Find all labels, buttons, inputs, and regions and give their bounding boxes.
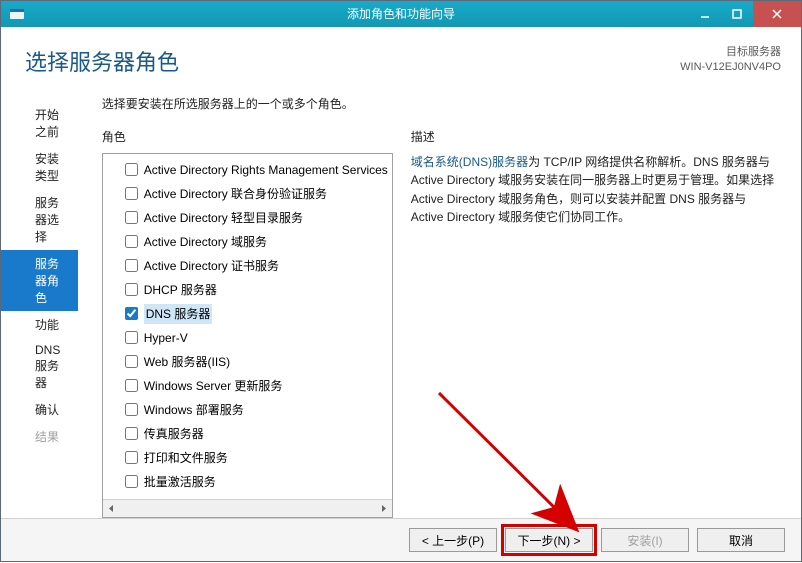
main-columns: 角色 Active Directory Rights Management Se… [102, 128, 781, 519]
description-link: 域名系统(DNS)服务器 [411, 155, 528, 169]
footer-bar: < 上一步(P) 下一步(N) > 安装(I) 取消 [1, 518, 801, 561]
role-item[interactable]: DNS 服务器 [103, 302, 392, 326]
roles-heading: 角色 [102, 128, 393, 145]
sidebar-step-3[interactable]: 服务器角色 [1, 250, 78, 311]
horizontal-scrollbar[interactable] [103, 499, 392, 517]
role-checkbox[interactable] [125, 259, 138, 272]
sidebar-step-6[interactable]: 确认 [1, 396, 78, 423]
description-heading: 描述 [411, 128, 781, 145]
role-checkbox[interactable] [125, 475, 138, 488]
roles-list[interactable]: Active Directory Rights Management Servi… [103, 154, 392, 500]
target-server-name: WIN-V12EJ0NV4PO [680, 60, 781, 75]
role-label: Active Directory 域服务 [144, 232, 267, 252]
role-label: Windows 部署服务 [144, 400, 244, 420]
role-checkbox[interactable] [125, 163, 138, 176]
role-item[interactable]: Active Directory 联合身份验证服务 [103, 182, 392, 206]
target-server-info: 目标服务器 WIN-V12EJ0NV4PO [680, 45, 781, 76]
roles-listbox: Active Directory Rights Management Servi… [102, 153, 393, 519]
role-label: DNS 服务器 [144, 304, 213, 324]
role-checkbox[interactable] [125, 379, 138, 392]
role-label: Web 服务器(IIS) [144, 352, 230, 372]
role-checkbox[interactable] [125, 355, 138, 368]
role-item[interactable]: Hyper-V [103, 326, 392, 350]
sidebar-step-1[interactable]: 安装类型 [1, 145, 78, 189]
role-checkbox[interactable] [125, 427, 138, 440]
target-label: 目标服务器 [680, 45, 781, 60]
role-item[interactable]: Web 服务器(IIS) [103, 350, 392, 374]
sidebar-step-7: 结果 [1, 423, 78, 450]
window-title: 添加角色和功能向导 [347, 5, 455, 22]
role-item[interactable]: Active Directory 证书服务 [103, 254, 392, 278]
role-label: Windows Server 更新服务 [144, 376, 283, 396]
role-item[interactable]: Active Directory 域服务 [103, 230, 392, 254]
wizard-window: 添加角色和功能向导 选择服务器角色 目标服务器 WIN-V12EJ0NV4PO … [0, 0, 802, 562]
previous-button[interactable]: < 上一步(P) [409, 528, 497, 552]
content-area: 选择服务器角色 目标服务器 WIN-V12EJ0NV4PO 开始之前安装类型服务… [1, 27, 801, 561]
instruction-text: 选择要安装在所选服务器上的一个或多个角色。 [102, 95, 781, 112]
role-item[interactable]: Windows Server 更新服务 [103, 374, 392, 398]
role-label: 传真服务器 [144, 424, 204, 444]
chevron-right-icon[interactable] [375, 500, 392, 517]
title-bar: 添加角色和功能向导 [1, 1, 801, 27]
role-label: Active Directory 轻型目录服务 [144, 208, 303, 228]
role-item[interactable]: Windows 部署服务 [103, 398, 392, 422]
role-item[interactable]: Active Directory 轻型目录服务 [103, 206, 392, 230]
role-checkbox[interactable] [125, 331, 138, 344]
install-button[interactable]: 安装(I) [601, 528, 689, 552]
sidebar-step-5[interactable]: DNS 服务器 [1, 338, 78, 396]
sidebar-step-0[interactable]: 开始之前 [1, 101, 78, 145]
role-item[interactable]: 批量激活服务 [103, 470, 392, 494]
role-item[interactable]: 打印和文件服务 [103, 446, 392, 470]
next-button[interactable]: 下一步(N) > [505, 528, 593, 552]
role-checkbox[interactable] [125, 187, 138, 200]
description-text: 域名系统(DNS)服务器为 TCP/IP 网络提供名称解析。DNS 服务器与 A… [411, 153, 781, 227]
role-checkbox[interactable] [125, 403, 138, 416]
main-panel: 选择要安装在所选服务器上的一个或多个角色。 角色 Active Director… [78, 91, 801, 519]
role-label: Hyper-V [144, 328, 188, 348]
chevron-left-icon[interactable] [103, 500, 120, 517]
close-button[interactable] [753, 1, 801, 27]
maximize-button[interactable] [721, 1, 753, 27]
body-row: 开始之前安装类型服务器选择服务器角色功能DNS 服务器确认结果 选择要安装在所选… [1, 91, 801, 519]
role-label: Active Directory 证书服务 [144, 256, 279, 276]
role-checkbox[interactable] [125, 211, 138, 224]
role-item[interactable]: Active Directory Rights Management Servi… [103, 158, 392, 182]
header-row: 选择服务器角色 目标服务器 WIN-V12EJ0NV4PO [1, 27, 801, 91]
app-icon [7, 4, 27, 24]
description-column: 描述 域名系统(DNS)服务器为 TCP/IP 网络提供名称解析。DNS 服务器… [411, 128, 781, 519]
role-label: 打印和文件服务 [144, 448, 228, 468]
role-item[interactable]: DHCP 服务器 [103, 278, 392, 302]
wizard-steps-sidebar: 开始之前安装类型服务器选择服务器角色功能DNS 服务器确认结果 [1, 91, 78, 519]
minimize-button[interactable] [689, 1, 721, 27]
role-checkbox[interactable] [125, 451, 138, 464]
role-item[interactable]: 传真服务器 [103, 422, 392, 446]
sidebar-step-4[interactable]: 功能 [1, 311, 78, 338]
role-label: DHCP 服务器 [144, 280, 217, 300]
role-label: Active Directory Rights Management Servi… [144, 160, 388, 180]
cancel-button[interactable]: 取消 [697, 528, 785, 552]
role-checkbox[interactable] [125, 283, 138, 296]
sidebar-step-2[interactable]: 服务器选择 [1, 189, 78, 250]
role-checkbox[interactable] [125, 235, 138, 248]
window-buttons [689, 1, 801, 27]
role-checkbox[interactable] [125, 307, 138, 320]
role-label: 批量激活服务 [144, 472, 216, 492]
roles-column: 角色 Active Directory Rights Management Se… [102, 128, 393, 519]
page-title: 选择服务器角色 [25, 45, 179, 77]
role-label: Active Directory 联合身份验证服务 [144, 184, 327, 204]
